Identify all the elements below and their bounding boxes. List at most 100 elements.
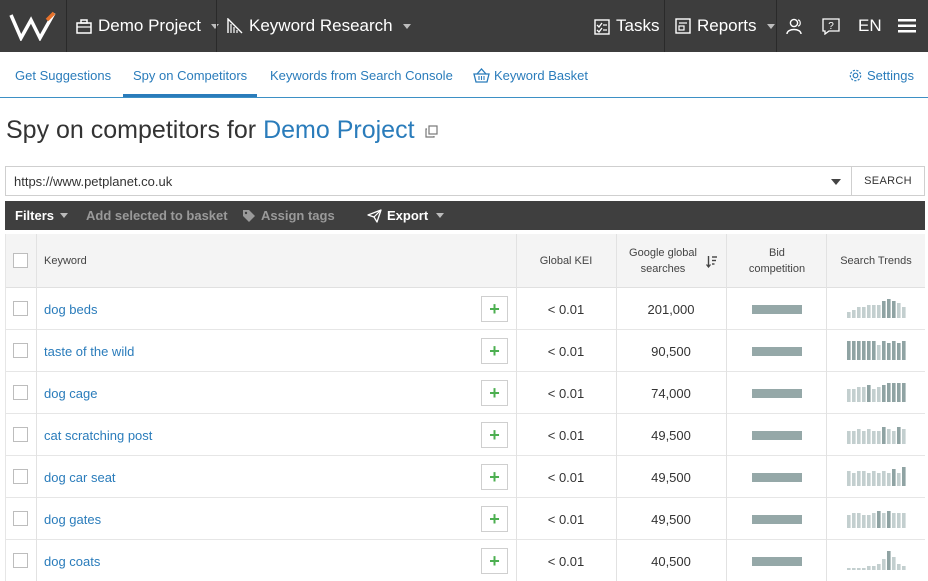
- search-trend-sparkline: [847, 511, 906, 528]
- account-button[interactable]: [786, 0, 810, 52]
- trend-bar: [897, 383, 901, 402]
- row-checkbox[interactable]: [13, 553, 28, 568]
- column-divider: [36, 234, 37, 581]
- trend-bar: [847, 471, 851, 486]
- add-to-basket-icon[interactable]: +: [481, 338, 508, 364]
- tab-get-suggestions[interactable]: Get Suggestions: [15, 52, 111, 98]
- add-basket-label: Add selected to basket: [86, 208, 228, 223]
- trend-bar: [892, 383, 896, 402]
- module-selector[interactable]: Keyword Research: [227, 0, 411, 52]
- add-to-basket-icon[interactable]: +: [481, 548, 508, 574]
- row-checkbox[interactable]: [13, 427, 28, 442]
- trend-bar: [862, 341, 866, 360]
- column-bid-competition[interactable]: Bid competition: [728, 234, 826, 288]
- trend-bar: [877, 387, 881, 402]
- column-global-kei[interactable]: Global KEI: [516, 234, 616, 288]
- keyword-link[interactable]: dog cage: [44, 372, 98, 414]
- global-kei-value: < 0.01: [547, 343, 585, 359]
- trend-bar: [882, 427, 886, 444]
- select-all-checkbox[interactable]: [13, 253, 28, 268]
- app-logo[interactable]: [0, 0, 66, 52]
- tab-label: Keyword Basket: [494, 67, 588, 83]
- trend-bar: [887, 429, 891, 444]
- global-kei-value: < 0.01: [547, 385, 585, 401]
- filters-label: Filters: [15, 208, 55, 223]
- add-to-basket-icon[interactable]: +: [481, 422, 508, 448]
- google-searches-value: 49,500: [651, 427, 691, 443]
- sort-descending-icon[interactable]: [706, 234, 720, 288]
- trend-bar: [877, 345, 881, 360]
- dropdown-arrow-icon[interactable]: [831, 179, 841, 185]
- trend-bar: [867, 341, 871, 360]
- row-checkbox[interactable]: [13, 511, 28, 526]
- tab-spy-on-competitors[interactable]: Spy on Competitors: [133, 52, 247, 98]
- sort-icon-glyph: [706, 255, 717, 268]
- chevron-down-icon: [766, 23, 775, 29]
- send-icon: [367, 208, 382, 223]
- table-row: dog coats + < 0.01 40,500: [6, 540, 925, 581]
- page-title-project[interactable]: Demo Project: [263, 116, 414, 144]
- bid-competition-bar: [752, 473, 802, 482]
- reports-label: Reports: [697, 16, 757, 35]
- tasks-button[interactable]: Tasks: [594, 0, 659, 52]
- table-row: dog gates + < 0.01 49,500: [6, 498, 925, 540]
- row-checkbox[interactable]: [13, 301, 28, 316]
- column-google-global-searches[interactable]: Google global searches: [616, 234, 710, 288]
- column-keyword[interactable]: Keyword: [44, 234, 87, 288]
- column-header-label: Google global: [629, 247, 697, 259]
- column-search-trends[interactable]: Search Trends: [826, 234, 925, 288]
- trend-bar: [867, 473, 871, 486]
- keyword-link[interactable]: taste of the wild: [44, 330, 134, 372]
- trend-bar: [852, 431, 856, 444]
- trend-bar: [852, 473, 856, 486]
- module-tabs: Get Suggestions Spy on Competitors Keywo…: [0, 52, 928, 98]
- bid-competition-bar: [752, 389, 802, 398]
- hamburger-menu-icon: [898, 19, 916, 33]
- trend-bar: [897, 564, 901, 570]
- keyword-link[interactable]: dog car seat: [44, 456, 116, 498]
- settings-label: Settings: [867, 67, 914, 83]
- help-button[interactable]: ?: [822, 0, 846, 52]
- project-selector[interactable]: Demo Project: [76, 0, 219, 52]
- trend-bar: [877, 431, 881, 444]
- row-checkbox[interactable]: [13, 469, 28, 484]
- column-divider: [616, 234, 617, 581]
- trend-bar: [867, 305, 871, 318]
- keyword-link[interactable]: cat scratching post: [44, 414, 152, 456]
- add-to-basket-icon[interactable]: +: [481, 464, 508, 490]
- assign-tags-button[interactable]: Assign tags: [242, 201, 335, 230]
- gear-icon: [849, 69, 862, 81]
- row-checkbox[interactable]: [13, 343, 28, 358]
- row-checkbox[interactable]: [13, 385, 28, 400]
- filters-button[interactable]: Filters: [15, 201, 69, 230]
- keyword-link[interactable]: dog coats: [44, 540, 100, 581]
- trend-bar: [877, 473, 881, 486]
- trend-bar: [847, 515, 851, 528]
- copy-icon[interactable]: [425, 125, 439, 138]
- keyword-link[interactable]: dog gates: [44, 498, 101, 540]
- table-row: dog cage + < 0.01 74,000: [6, 372, 925, 414]
- add-to-basket-icon[interactable]: +: [481, 506, 508, 532]
- domain-input[interactable]: [14, 171, 814, 191]
- add-to-basket-icon[interactable]: +: [481, 296, 508, 322]
- export-menu[interactable]: Export: [367, 201, 445, 230]
- topbar-divider: [216, 0, 217, 52]
- chevron-down-icon: [402, 23, 411, 29]
- domain-search-field[interactable]: [5, 166, 852, 196]
- global-kei-value: < 0.01: [547, 301, 585, 317]
- settings-link[interactable]: Settings: [848, 52, 914, 98]
- trend-bar: [872, 341, 876, 360]
- trend-bar: [897, 513, 901, 528]
- main-menu-button[interactable]: [898, 0, 922, 52]
- keyword-link[interactable]: dog beds: [44, 288, 98, 330]
- assign-tags-label: Assign tags: [261, 208, 335, 223]
- add-to-basket-button[interactable]: Add selected to basket: [86, 201, 228, 230]
- tab-keyword-basket[interactable]: Keyword Basket: [473, 52, 588, 98]
- search-button[interactable]: SEARCH: [851, 166, 925, 196]
- add-to-basket-icon[interactable]: +: [481, 380, 508, 406]
- tab-keywords-from-search-console[interactable]: Keywords from Search Console: [270, 52, 453, 98]
- reports-menu[interactable]: Reports: [675, 0, 775, 52]
- trend-bar: [867, 429, 871, 444]
- search-trend-sparkline: [847, 341, 906, 360]
- language-selector[interactable]: EN: [858, 0, 882, 52]
